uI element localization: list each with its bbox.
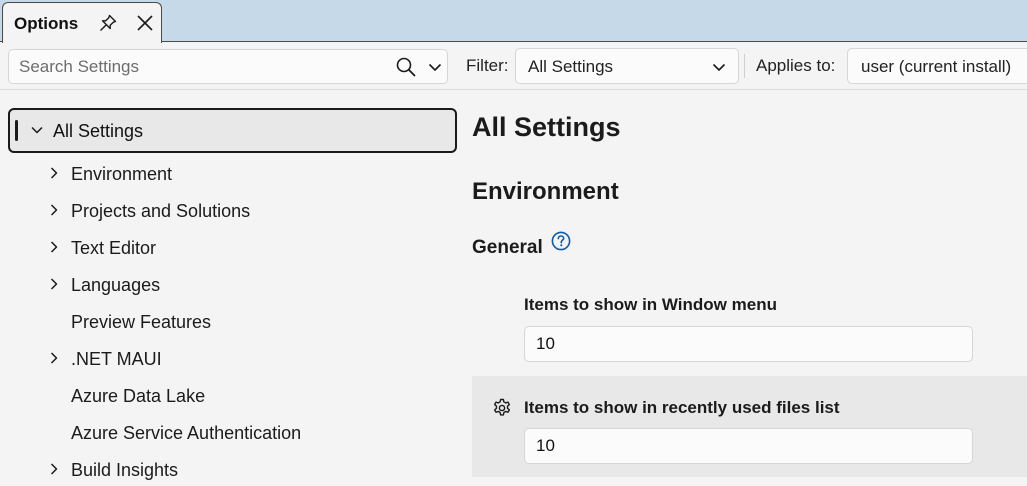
tab-title: Options <box>14 14 79 33</box>
section-heading: Environment <box>472 178 619 205</box>
setting-row-recent-files: Items to show in recently used files lis… <box>472 376 1027 477</box>
chevron-right-icon[interactable] <box>46 165 62 181</box>
filter-label: Filter: <box>466 56 509 75</box>
search-box <box>8 49 448 84</box>
chevron-right-icon[interactable] <box>46 461 62 477</box>
setting-label-recent-files: Items to show in recently used files lis… <box>524 398 840 417</box>
chevron-right-icon[interactable] <box>46 350 62 366</box>
filter-value: All Settings <box>528 57 614 76</box>
tree-item-text-editor[interactable]: Text Editor <box>0 229 462 266</box>
setting-label-window-menu: Items to show in Window menu <box>524 295 777 314</box>
applies-to-label: Applies to: <box>756 56 836 75</box>
chevron-down-icon[interactable] <box>426 58 444 76</box>
window-menu-items-field[interactable] <box>524 326 973 362</box>
applies-to-value: user (current install) <box>861 57 1012 76</box>
subsection-heading: General <box>472 237 543 258</box>
tree-item-azure-service-authentication[interactable]: Azure Service Authentication <box>0 414 462 451</box>
tree-item-projects-and-solutions[interactable]: Projects and Solutions <box>0 192 462 229</box>
settings-content: All Settings Environment General Items t… <box>462 90 1027 486</box>
settings-tree: All Settings Environment Projects and So… <box>0 100 462 486</box>
selection-indicator <box>15 120 18 141</box>
tree-item-label: Environment <box>71 164 173 184</box>
tree-item-label: Build Insights <box>71 460 179 480</box>
chevron-right-icon[interactable] <box>46 202 62 218</box>
tree-item-net-maui[interactable]: .NET MAUI <box>0 340 462 377</box>
options-toolbar: Filter: All Settings Applies to: user (c… <box>0 42 1027 90</box>
tree-item-all-settings[interactable]: All Settings <box>8 108 457 153</box>
tree-item-label: Preview Features <box>71 312 212 332</box>
search-icon[interactable] <box>395 56 417 78</box>
page-title: All Settings <box>472 112 621 142</box>
gear-icon[interactable] <box>491 397 513 419</box>
chevron-right-icon[interactable] <box>46 276 62 292</box>
help-icon[interactable] <box>551 231 571 251</box>
recent-files-items-field[interactable] <box>524 428 973 464</box>
chevron-right-icon[interactable] <box>46 239 62 255</box>
search-input[interactable] <box>19 50 389 83</box>
tree-item-label: Languages <box>71 275 161 295</box>
tree-item-environment[interactable]: Environment <box>0 155 462 192</box>
tree-item-label: All Settings <box>53 121 144 141</box>
tab-strip: Options <box>0 0 1027 43</box>
tree-item-languages[interactable]: Languages <box>0 266 462 303</box>
chevron-down-icon[interactable] <box>29 122 45 138</box>
pin-icon[interactable] <box>97 12 119 34</box>
filter-dropdown[interactable]: All Settings <box>515 48 739 84</box>
tree-item-label: Azure Service Authentication <box>71 423 302 443</box>
tree-item-label: Azure Data Lake <box>71 386 206 406</box>
tree-item-label: Projects and Solutions <box>71 201 251 221</box>
tree-item-label: .NET MAUI <box>71 349 162 369</box>
close-icon[interactable] <box>135 13 155 33</box>
tree-item-azure-data-lake[interactable]: Azure Data Lake <box>0 377 462 414</box>
tree-item-label: Text Editor <box>71 238 157 258</box>
applies-to-dropdown[interactable]: user (current install) <box>847 48 1027 84</box>
tab-options[interactable]: Options <box>2 2 162 43</box>
chevron-down-icon <box>712 63 726 71</box>
tree-item-build-insights[interactable]: Build Insights <box>0 451 462 486</box>
toolbar-divider <box>744 54 745 78</box>
tree-item-preview-features[interactable]: Preview Features <box>0 303 462 340</box>
